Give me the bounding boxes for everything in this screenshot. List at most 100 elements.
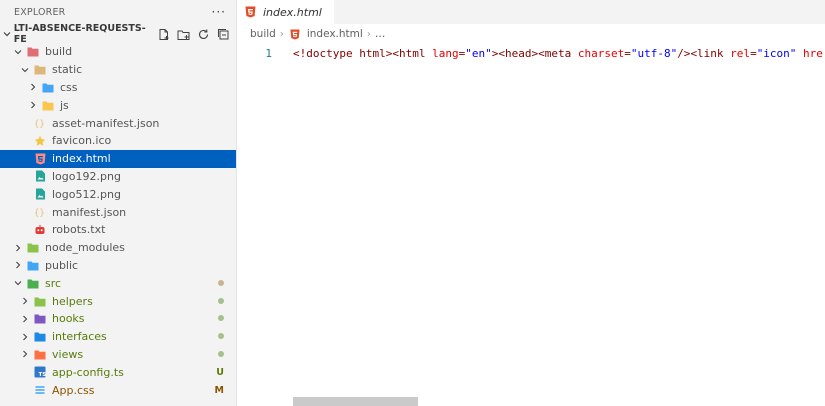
folder-interfaces-icon <box>34 331 46 343</box>
star-icon <box>34 135 46 147</box>
folder-src-icon <box>27 277 39 289</box>
tree-item-helpers[interactable]: helpers <box>0 292 236 310</box>
horizontal-scrollbar[interactable] <box>237 397 825 406</box>
tree-item-interfaces[interactable]: interfaces <box>0 328 236 346</box>
tree-item-label: static <box>52 63 83 77</box>
code-token: lang <box>425 46 459 60</box>
tree-item-favicon-ico[interactable]: favicon.ico <box>0 132 236 150</box>
refresh-icon[interactable] <box>196 27 210 41</box>
chevron-right-icon <box>27 99 39 111</box>
breadcrumb-file[interactable]: index.html <box>307 28 363 40</box>
collapse-all-icon[interactable] <box>216 27 230 41</box>
tree-item-hooks[interactable]: hooks <box>0 310 236 328</box>
tree-item-label: build <box>45 45 73 59</box>
code-line[interactable]: 1 <!doctype html><html lang="en"><head><… <box>237 44 825 62</box>
tree-item-static[interactable]: static <box>0 61 236 79</box>
tree-item-node-modules[interactable]: node_modules <box>0 239 236 257</box>
code-token: charset <box>571 46 625 60</box>
git-status-dot <box>218 313 224 324</box>
tree-item-manifest-json[interactable]: {} manifest.json <box>0 203 236 221</box>
code-token: /> <box>677 46 691 60</box>
chevron-down-icon <box>12 277 24 289</box>
code-token: <!doctype html> <box>293 46 393 60</box>
html5-icon <box>290 29 300 40</box>
code-text[interactable]: <!doctype html><html lang="en"><head><me… <box>293 47 823 60</box>
tree-item-label: asset-manifest.json <box>52 116 160 130</box>
git-status-dot <box>218 349 224 360</box>
tree-item-label: manifest.json <box>52 205 127 219</box>
more-actions-icon[interactable]: ··· <box>212 5 226 19</box>
svg-text:{}: {} <box>34 209 45 219</box>
folder-node-icon <box>27 242 39 254</box>
tree-item-app-config-ts[interactable]: TS app-config.ts U <box>0 363 236 381</box>
tree-item-views[interactable]: views <box>0 346 236 364</box>
chevron-right-icon <box>12 259 24 271</box>
tree-item-app-css[interactable]: App.css M <box>0 381 236 399</box>
file-tree: build static css js {} asset-manifest.json fav… <box>0 43 236 399</box>
chevron-right-icon: › <box>366 28 371 40</box>
explorer-header: EXPLORER ··· <box>0 0 236 24</box>
folder-js-icon <box>42 99 54 111</box>
tree-item-build[interactable]: build <box>0 43 236 61</box>
image-icon <box>34 170 46 182</box>
tree-item-public[interactable]: public <box>0 257 236 275</box>
chevron-down-icon <box>12 46 24 58</box>
tree-item-logo192-png[interactable]: logo192.png <box>0 168 236 186</box>
tree-item-src[interactable]: src <box>0 274 236 292</box>
code-token: = <box>624 46 631 60</box>
breadcrumb-more[interactable]: … <box>375 28 386 40</box>
explorer-title: EXPLORER <box>14 6 66 18</box>
folder-public-icon <box>27 259 39 271</box>
breadcrumb: build › index.html › … <box>237 24 825 44</box>
tree-item-css[interactable]: css <box>0 79 236 97</box>
project-header[interactable]: LTI-ABSENCE-REQUESTS-FE <box>0 23 236 45</box>
tree-item-label: js <box>60 98 69 112</box>
css-icon <box>34 384 46 396</box>
chevron-right-icon: › <box>279 28 284 40</box>
scrollbar-thumb[interactable] <box>293 397 418 406</box>
chevron-right-icon <box>19 313 31 325</box>
chevron-right-icon <box>27 81 39 93</box>
tree-item-label: hooks <box>52 312 85 326</box>
robot-icon <box>34 224 46 236</box>
code-token: "utf-8" <box>630 46 678 60</box>
git-status-badge: M <box>214 384 224 396</box>
tree-item-label: robots.txt <box>52 223 106 237</box>
svg-text:{}: {} <box>34 120 45 130</box>
folder-css-icon <box>42 81 54 93</box>
folder-hooks-icon <box>34 313 46 325</box>
new-file-icon[interactable] <box>156 27 170 41</box>
tab-index-html[interactable]: index.html <box>237 0 334 24</box>
tree-item-label: index.html <box>52 152 111 166</box>
tree-item-label: logo512.png <box>52 187 121 201</box>
html5-icon <box>245 6 256 18</box>
tree-item-asset-manifest-json[interactable]: {} asset-manifest.json <box>0 114 236 132</box>
tree-item-label: interfaces <box>52 330 107 344</box>
git-status-badge: U <box>216 366 224 378</box>
tree-item-label: src <box>45 276 62 290</box>
tree-item-index-html[interactable]: index.html <box>0 149 236 168</box>
code-token: <head> <box>498 46 539 60</box>
chevron-right-icon <box>12 242 24 254</box>
tree-item-logo512-png[interactable]: logo512.png <box>0 185 236 203</box>
explorer-sidebar: EXPLORER ··· LTI-ABSENCE-REQUESTS-FE bui… <box>0 0 237 406</box>
new-folder-icon[interactable] <box>176 27 190 41</box>
breadcrumb-folder[interactable]: build <box>250 28 276 40</box>
git-status-dot <box>218 278 224 289</box>
code-token: hre <box>796 46 823 60</box>
editor-area: index.html build › index.html › … 1 <!do… <box>237 0 825 406</box>
tree-item-js[interactable]: js <box>0 96 236 114</box>
tree-item-robots-txt[interactable]: robots.txt <box>0 221 236 239</box>
folder-helper-icon <box>34 295 46 307</box>
html5-icon <box>34 153 46 165</box>
code-token: "en" <box>465 46 492 60</box>
git-status-dot <box>218 296 224 307</box>
